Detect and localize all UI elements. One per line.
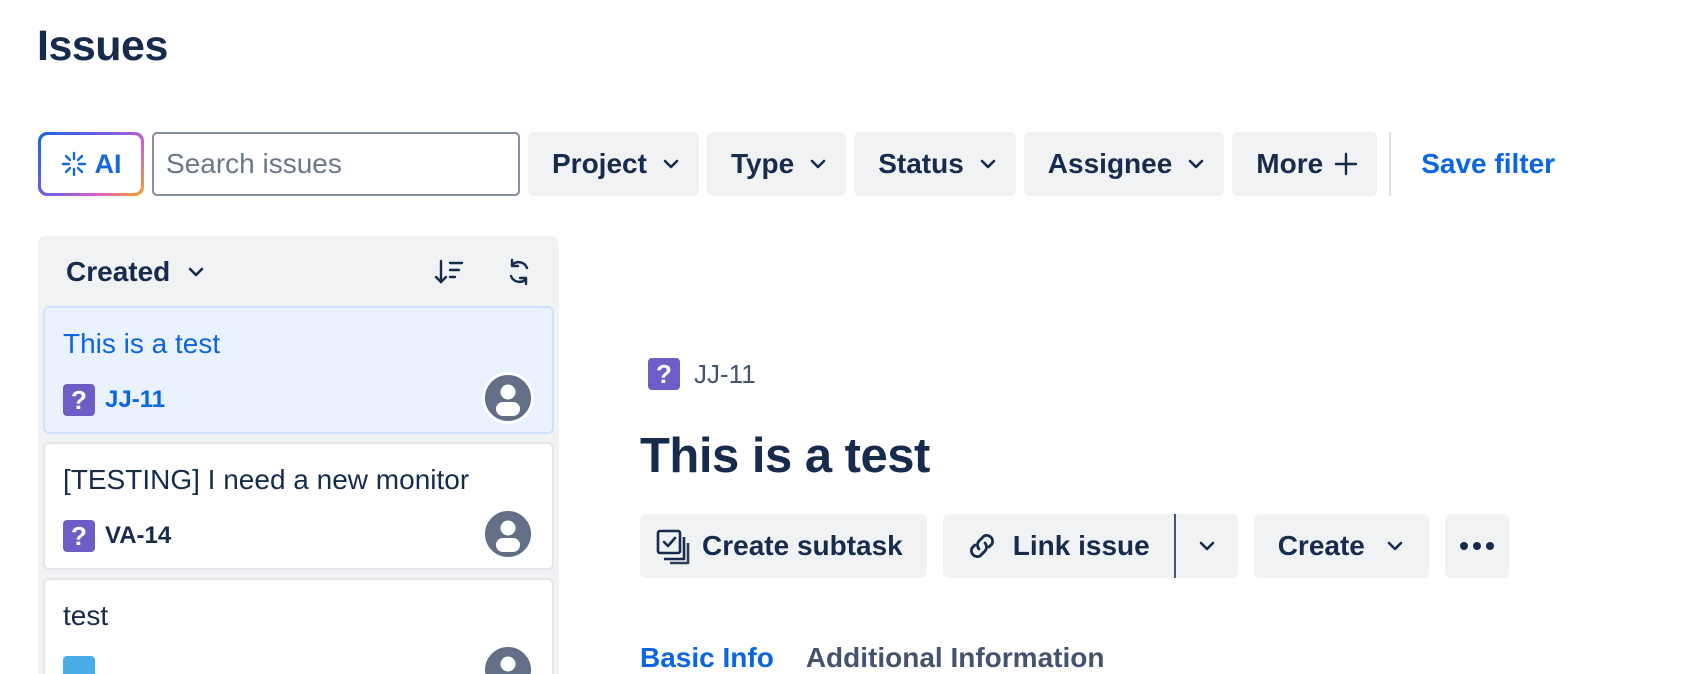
sparkle-icon (61, 151, 86, 177)
status-filter[interactable]: Status (854, 132, 1016, 196)
question-icon: ? (63, 520, 95, 552)
sort-dropdown[interactable]: Created (66, 256, 170, 288)
sort-descending-icon (434, 259, 464, 284)
refresh-icon (509, 258, 529, 286)
filter-divider (1389, 132, 1392, 196)
subtask-icon (656, 529, 690, 565)
create-subtask-label: Create subtask (702, 530, 903, 561)
chevron-down-icon (663, 159, 679, 169)
list-item-title: [TESTING] I need a new monitor (63, 464, 470, 495)
list-item-key (63, 656, 105, 674)
chevron-down-icon (1199, 541, 1215, 551)
issue-title[interactable]: This is a test (640, 428, 930, 484)
detail-tabs: Basic Info Additional Information (640, 642, 1104, 674)
tab-basic-info[interactable]: Basic Info (640, 642, 774, 674)
save-filter-button[interactable]: Save filter (1421, 148, 1555, 180)
link-icon (969, 534, 994, 558)
project-filter[interactable]: Project (528, 132, 699, 196)
chevron-down-icon (810, 159, 826, 169)
ai-label: AI (94, 148, 122, 179)
list-item[interactable]: [TESTING] I need a new monitor ? VA-14 (43, 442, 554, 570)
question-icon: ? (63, 384, 95, 416)
search-input[interactable] (166, 148, 527, 180)
list-item-key-text: VA-14 (105, 522, 172, 549)
type-filter[interactable]: Type (706, 132, 847, 196)
user-icon (496, 520, 520, 552)
more-filters-button[interactable]: More (1232, 132, 1378, 196)
task-icon (63, 656, 95, 674)
issue-list-panel: Created This is a test ? JJ-11 [TESTING]… (38, 236, 559, 674)
create-subtask-button[interactable]: Create subtask (640, 514, 927, 578)
more-actions-button[interactable] (1444, 514, 1509, 578)
ai-button[interactable]: AI (38, 132, 144, 196)
list-item-title: This is a test (63, 328, 221, 359)
more-icon (1459, 542, 1494, 550)
detail-key-text[interactable]: JJ-11 (694, 359, 756, 390)
link-issue-dropdown[interactable] (1173, 514, 1238, 578)
list-item-key-text: JJ-11 (105, 386, 166, 413)
tab-additional-information[interactable]: Additional Information (806, 642, 1105, 674)
list-item[interactable]: This is a test ? JJ-11 (43, 306, 554, 434)
list-item-key: ? VA-14 (63, 520, 171, 552)
link-issue-label: Link issue (1012, 530, 1150, 561)
project-filter-label: Project (552, 148, 647, 179)
user-icon (496, 384, 520, 416)
assignee-filter-label: Assignee (1047, 148, 1173, 179)
chevron-down-icon (1188, 159, 1204, 169)
type-filter-label: Type (730, 148, 795, 179)
issue-list-header: Created (38, 236, 559, 308)
create-label: Create (1277, 530, 1365, 561)
detail-issue-key: ? JJ-11 (648, 358, 756, 390)
status-filter-label: Status (878, 148, 964, 179)
question-icon: ? (648, 358, 680, 390)
avatar (482, 372, 534, 424)
search-field[interactable] (152, 132, 527, 196)
user-icon (500, 656, 516, 672)
chevron-down-icon[interactable] (186, 262, 206, 282)
chevron-down-icon (1387, 541, 1403, 551)
avatar (482, 644, 534, 674)
list-item-title: test (63, 600, 109, 631)
list-item[interactable]: test (43, 578, 554, 674)
page-title: Issues (37, 22, 168, 70)
assignee-filter[interactable]: Assignee (1023, 132, 1225, 196)
avatar (482, 508, 534, 560)
sort-order-button[interactable] (429, 252, 469, 292)
link-issue-button[interactable]: Link issue (942, 514, 1174, 578)
refresh-button[interactable] (499, 252, 539, 292)
list-item-key: ? JJ-11 (63, 384, 165, 416)
plus-icon (1335, 152, 1358, 176)
create-button[interactable]: Create (1253, 514, 1429, 578)
filter-bar: AI Project Type Status Assignee More Sav… (38, 132, 1555, 196)
more-filters-label: More (1256, 148, 1324, 179)
chevron-down-icon (980, 159, 996, 169)
issue-action-bar: Create subtask Link issue Create (640, 514, 1509, 578)
